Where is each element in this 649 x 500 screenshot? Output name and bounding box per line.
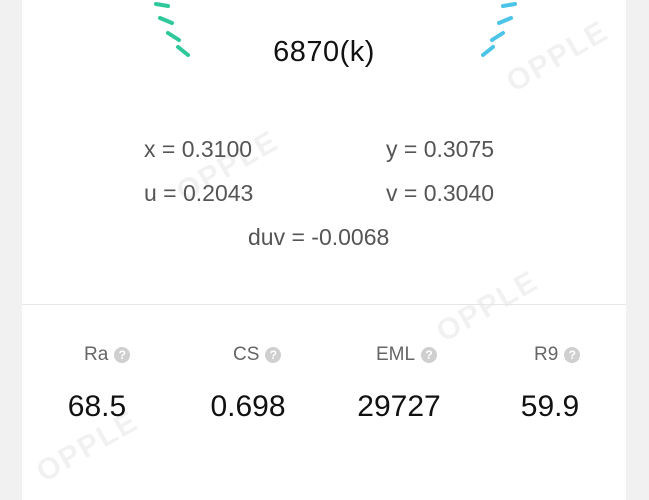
metric-eml[interactable]: EML ? xyxy=(376,344,438,366)
metric-value-eml: 29727 xyxy=(357,390,441,423)
metric-label: CS xyxy=(233,344,260,365)
help-icon[interactable]: ? xyxy=(114,347,131,363)
metric-label: Ra xyxy=(84,344,109,365)
help-icon[interactable]: ? xyxy=(564,347,581,363)
metric-cs[interactable]: CS ? xyxy=(233,344,282,366)
u-coordinate: u = 0.2043 xyxy=(144,180,254,206)
section-divider xyxy=(22,304,626,305)
cct-value: 6870(k) xyxy=(273,36,375,68)
watermark: OPPLE xyxy=(430,264,545,349)
y-coordinate: y = 0.3075 xyxy=(386,136,495,162)
help-icon[interactable]: ? xyxy=(265,347,282,363)
x-coordinate: x = 0.3100 xyxy=(144,136,253,162)
metric-ra[interactable]: Ra ? xyxy=(84,344,131,366)
metric-value-cs: 0.698 xyxy=(210,390,286,423)
metric-label: EML xyxy=(376,344,416,365)
measurement-card: OPPLE OPPLE OPPLE OPPLE 6870(k) x = 0.31… xyxy=(22,0,626,500)
help-icon[interactable]: ? xyxy=(421,347,438,363)
metric-value-r9: 59.9 xyxy=(520,390,580,423)
metric-label: R9 xyxy=(534,344,559,365)
metric-value-ra: 68.5 xyxy=(67,390,127,423)
metric-r9[interactable]: R9 ? xyxy=(534,344,581,366)
duv-value: duv = -0.0068 xyxy=(248,224,390,250)
v-coordinate: v = 0.3040 xyxy=(386,180,495,206)
